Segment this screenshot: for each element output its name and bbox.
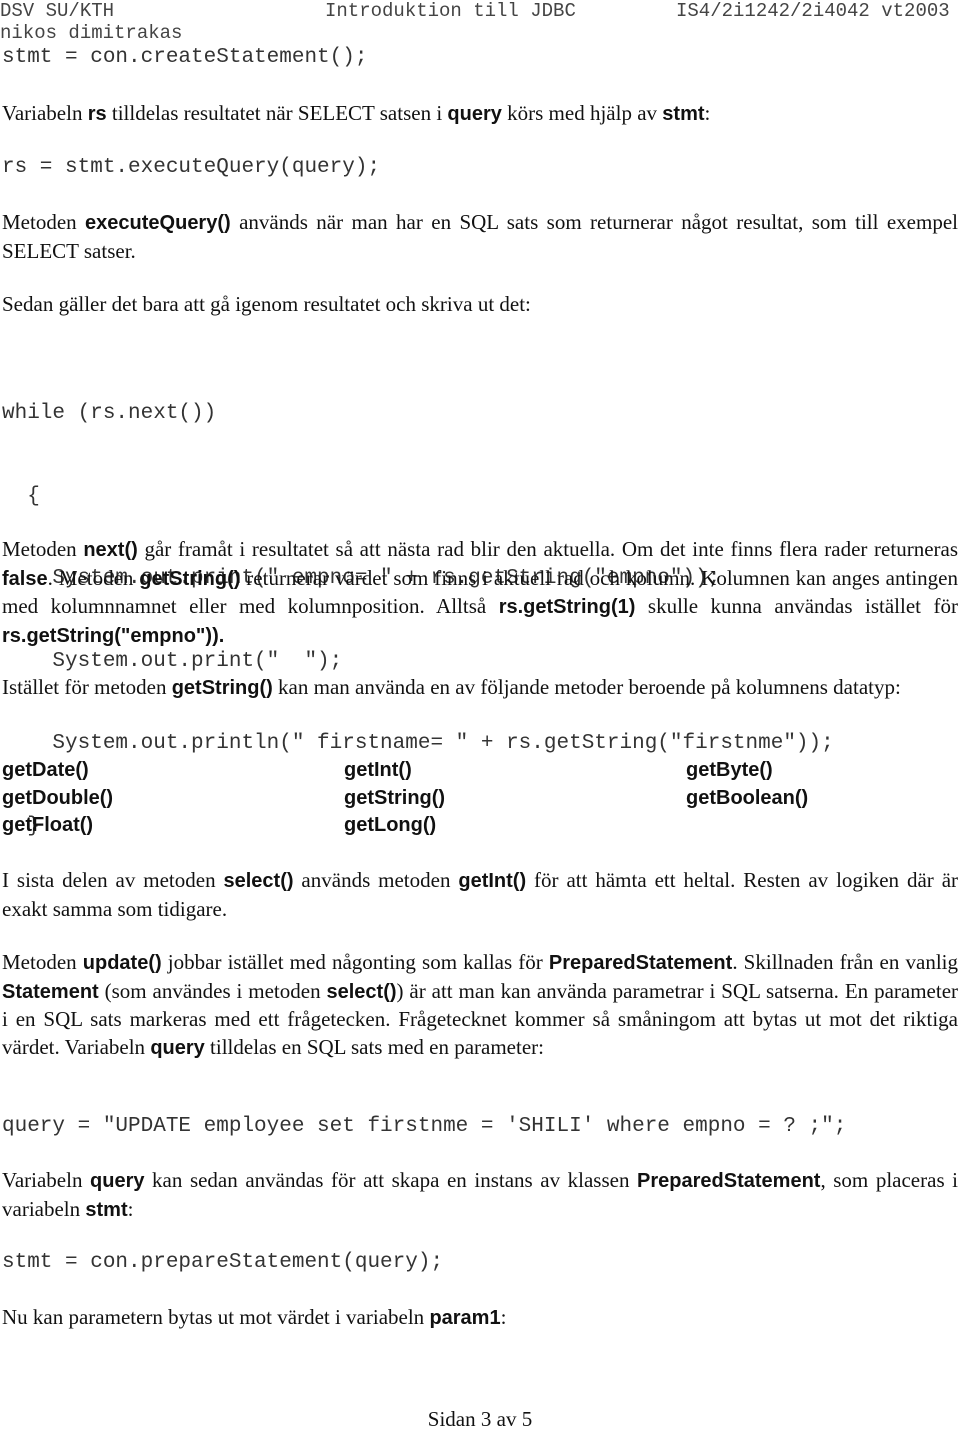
code-create-statement: stmt = con.createStatement(); [2, 46, 368, 69]
paragraph-getters-intro: Istället för metoden getString() kan man… [2, 675, 901, 699]
header-author: nikos dimitrakas [0, 22, 183, 44]
header-title: Introduktion till JDBC [325, 0, 576, 22]
paragraph-prepared-statement: Metoden update() jobbar istället med någ… [2, 950, 959, 1059]
paragraph-iterate: Sedan gäller det bara att gå igenom resu… [2, 292, 531, 316]
paragraph-select-getint: I sista delen av metoden select() använd… [2, 868, 959, 921]
header-course-code: IS4/2i1242/2i4042 vt2003 [676, 0, 950, 22]
paragraph-next-method: Metoden next() går framåt i resultatet s… [2, 537, 958, 647]
paragraph-query-prepare: Variabeln query kan sedan användas för a… [2, 1168, 959, 1221]
getter-column-1: getDate() getDouble() getFloat() [2, 759, 114, 836]
page-header: DSV SU/KTH nikos dimitrakas Introduktion… [0, 0, 960, 44]
code-update-query: query = "UPDATE employee set firstnme = … [2, 1115, 847, 1138]
getter-column-3: getByte() getBoolean() [686, 759, 809, 809]
getter-column-2: getInt() getString() getLong() [344, 759, 446, 836]
code-execute-query: rs = stmt.executeQuery(query); [2, 156, 381, 179]
paragraph-execute-query: Metoden executeQuery() används när man h… [2, 210, 958, 263]
code-prepare-statement: stmt = con.prepareStatement(query); [2, 1251, 444, 1274]
paragraph-rs-assign: Variabeln rs tilldelas resultatet när SE… [2, 101, 711, 125]
page-number: Sidan 3 av 5 [427, 1407, 533, 1431]
paragraph-param-replace: Nu kan parametern bytas ut mot värdet i … [2, 1305, 507, 1329]
